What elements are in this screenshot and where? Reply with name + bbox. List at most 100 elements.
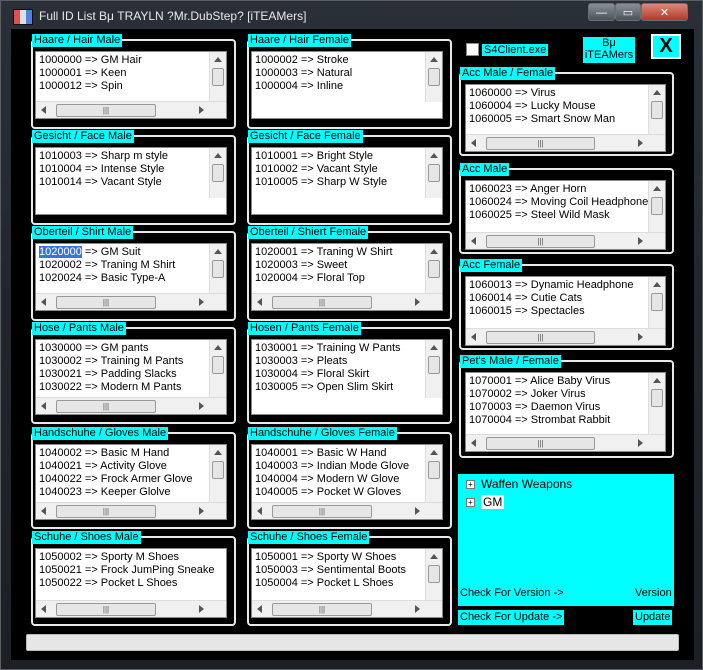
list-item[interactable]: 1010001 => Bright Style (255, 150, 424, 163)
horizontal-scrollbar[interactable]: ||| (466, 328, 665, 345)
horizontal-scrollbar[interactable]: ||| (466, 434, 665, 451)
shirt-male-list[interactable]: 1020000 => GM Suit 1020002 => Traning M … (35, 243, 227, 311)
list-item[interactable]: 1000012 => Spin (39, 80, 208, 93)
scroll-up-icon[interactable] (430, 153, 438, 158)
horizontal-scrollbar[interactable]: ||| (36, 293, 226, 310)
pants-male-list[interactable]: 1030000 => GM pants 1030002 => Training … (35, 339, 227, 415)
scroll-left-icon[interactable] (257, 507, 262, 515)
list-item[interactable]: 1060015 => Spectacles (469, 305, 647, 318)
pants-female-list[interactable]: 1030001 => Training W Pants 1030003 => P… (251, 339, 443, 415)
scroll-left-icon[interactable] (257, 298, 262, 306)
scroll-right-icon[interactable] (415, 507, 420, 515)
scroll-right-icon[interactable] (415, 605, 420, 613)
list-item[interactable]: 1060005 => Smart Snow Man (469, 113, 647, 126)
list-item[interactable]: 1050002 => Sporty M Shoes (39, 551, 208, 564)
checkbox-box[interactable] (466, 43, 479, 56)
check-version-button[interactable]: Check For Version -> (458, 586, 566, 601)
scroll-thumb[interactable]: ||| (486, 437, 595, 450)
scroll-thumb[interactable]: ||| (56, 603, 156, 616)
vertical-scrollbar[interactable] (209, 148, 226, 198)
horizontal-scrollbar[interactable]: ||| (252, 293, 442, 310)
scroll-thumb[interactable]: ||| (272, 603, 372, 616)
vertical-scrollbar[interactable] (209, 52, 226, 102)
scroll-right-icon[interactable] (638, 237, 643, 245)
s4client-checkbox[interactable]: S4Client.exe (466, 43, 549, 56)
list-item[interactable]: 1010004 => Intense Style (39, 163, 208, 176)
scroll-up-icon[interactable] (214, 345, 222, 350)
list-item[interactable]: 1020001 => Traning W Shirt (255, 246, 424, 259)
check-update-button[interactable]: Check For Update -> (458, 610, 565, 625)
scroll-thumb[interactable] (428, 565, 440, 583)
scroll-left-icon[interactable] (471, 139, 476, 147)
scroll-right-icon[interactable] (199, 507, 204, 515)
scroll-left-icon[interactable] (471, 439, 476, 447)
scroll-thumb[interactable]: ||| (56, 400, 156, 413)
scroll-thumb[interactable] (651, 389, 663, 407)
vertical-scrollbar[interactable] (648, 85, 665, 135)
vertical-scrollbar[interactable] (209, 445, 226, 503)
list-item[interactable]: 1060013 => Dynamic Headphone (469, 279, 647, 292)
exit-button[interactable]: X (651, 34, 681, 59)
scroll-thumb[interactable]: ||| (272, 296, 372, 309)
scroll-thumb[interactable]: ||| (56, 505, 156, 518)
scroll-right-icon[interactable] (638, 439, 643, 447)
scroll-thumb[interactable] (212, 260, 224, 278)
scroll-left-icon[interactable] (471, 237, 476, 245)
horizontal-scrollbar[interactable]: ||| (36, 600, 226, 617)
scroll-left-icon[interactable] (41, 402, 46, 410)
list-item[interactable]: 1070003 => Daemon Virus (469, 401, 647, 414)
scroll-thumb[interactable] (212, 164, 224, 182)
list-item[interactable]: 1000000 => GM Hair (39, 54, 208, 67)
scroll-left-icon[interactable] (41, 106, 46, 114)
acc-male-list[interactable]: 1060023 => Anger Horn 1060024 => Moving … (465, 180, 666, 250)
list-item[interactable]: 1020004 => Floral Top (255, 272, 424, 285)
scroll-thumb[interactable]: ||| (486, 331, 595, 344)
list-item[interactable]: 1030004 => Floral Skirt (255, 368, 424, 381)
scroll-right-icon[interactable] (415, 298, 420, 306)
scroll-thumb[interactable]: ||| (486, 137, 595, 150)
vertical-scrollbar[interactable] (648, 277, 665, 329)
scroll-thumb[interactable]: ||| (486, 235, 595, 248)
shoes-male-list[interactable]: 1050002 => Sporty M Shoes 1050021 => Fro… (35, 548, 227, 618)
horizontal-scrollbar[interactable]: ||| (36, 101, 226, 118)
scroll-up-icon[interactable] (214, 450, 222, 455)
vertical-scrollbar[interactable] (425, 244, 442, 294)
list-item[interactable]: 1040021 => Activity Glove (39, 460, 208, 473)
list-item[interactable]: 1000001 => Keen (39, 67, 208, 80)
face-male-list[interactable]: 1010003 => Sharp m style 1010004 => Inte… (35, 147, 227, 215)
face-female-list[interactable]: 1010001 => Bright Style 1010002 => Vacan… (251, 147, 443, 215)
scroll-up-icon[interactable] (430, 249, 438, 254)
list-item[interactable]: 1040022 => Frock Armer Glove (39, 473, 208, 486)
list-item[interactable]: 1020003 => Sweet (255, 259, 424, 272)
list-item[interactable]: 1050022 => Pocket L Shoes (39, 577, 208, 590)
scroll-right-icon[interactable] (199, 402, 204, 410)
list-item[interactable]: 1060023 => Anger Horn (469, 183, 647, 196)
list-item[interactable]: 1010014 => Vacant Style (39, 176, 208, 189)
hair-female-list[interactable]: 1000002 => Stroke 1000003 => Natural 100… (251, 51, 443, 119)
list-item[interactable]: 1030002 => Training M Pants (39, 355, 208, 368)
scroll-thumb[interactable] (212, 68, 224, 86)
expand-icon[interactable]: + (466, 480, 475, 490)
list-item[interactable]: 1030003 => Pleats (255, 355, 424, 368)
hair-male-list[interactable]: 1000000 => GM Hair 1000001 => Keen 10000… (35, 51, 227, 119)
scroll-up-icon[interactable] (653, 90, 661, 95)
acc-female-list[interactable]: 1060013 => Dynamic Headphone 1060014 => … (465, 276, 666, 346)
scroll-right-icon[interactable] (199, 106, 204, 114)
tree-node-weapons[interactable]: + Waffen Weapons (466, 477, 572, 491)
close-window-button[interactable]: ✕ (641, 3, 688, 21)
scroll-thumb[interactable] (212, 461, 224, 479)
pets-list[interactable]: 1070001 => Alice Baby Virus 1070002 => J… (465, 372, 666, 452)
list-item[interactable]: 1000002 => Stroke (255, 54, 424, 67)
scroll-thumb[interactable]: ||| (56, 104, 156, 117)
scroll-thumb[interactable] (428, 260, 440, 278)
vertical-scrollbar[interactable] (209, 340, 226, 398)
list-item[interactable]: 1060000 => Virus (469, 87, 647, 100)
list-item[interactable]: 1040002 => Basic M Hand (39, 447, 208, 460)
list-item[interactable]: 1000003 => Natural (255, 67, 424, 80)
scroll-thumb[interactable]: ||| (56, 296, 156, 309)
scroll-up-icon[interactable] (214, 153, 222, 158)
tree-node-gm[interactable]: + GM (466, 495, 505, 509)
scroll-up-icon[interactable] (214, 249, 222, 254)
list-item[interactable]: 1040003 => Indian Mode Glove (255, 460, 424, 473)
vertical-scrollbar[interactable] (425, 148, 442, 198)
